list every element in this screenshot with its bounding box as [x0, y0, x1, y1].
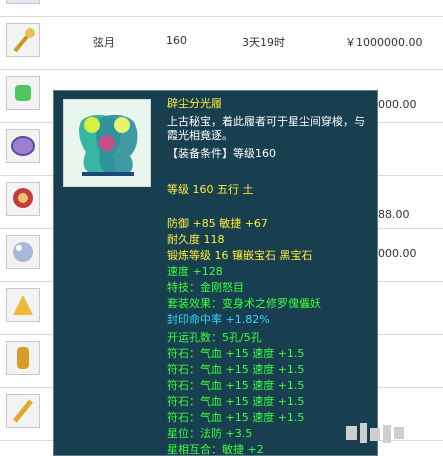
set-effect-line: 套装效果：变身术之修罗傀儡妖 [167, 297, 321, 310]
item-row[interactable] [0, 0, 443, 17]
level-element-line: 等级 160 五行 土 [167, 183, 254, 196]
holes-line: 开运孔数：5孔/5孔 [167, 331, 262, 344]
item-thumbnail[interactable] [6, 182, 40, 216]
item-thumbnail[interactable] [6, 76, 40, 110]
rune-line: 符石：气血 +15 速度 +1.5 [167, 395, 305, 408]
forge-gem-line: 锻炼等级 16 镶嵌宝石 黑宝石 [167, 249, 313, 262]
item-price: 000.00 [378, 247, 417, 260]
watermark-logo [346, 423, 404, 443]
item-price: 000.00 [378, 98, 417, 111]
item-description: 上古秘宝，着此履者可于星尘间穿梭，与 [167, 115, 365, 128]
star-combo-line: 星相互合：敏捷 +2 [167, 443, 264, 456]
seal-rate-line: 封印命中率 +1.82% [167, 313, 270, 326]
equip-requirement: 【装备条件】等级160 [167, 147, 276, 160]
item-thumbnail[interactable] [6, 129, 40, 163]
boots-item-image [63, 99, 151, 187]
item-thumbnail[interactable] [6, 0, 40, 4]
rune-line: 符石：气血 +15 速度 +1.5 [167, 363, 305, 376]
item-thumbnail[interactable] [6, 288, 40, 322]
item-thumbnail[interactable] [6, 394, 40, 428]
boots-icon [79, 114, 138, 176]
rune-line: 符石：气血 +15 速度 +1.5 [167, 347, 305, 360]
item-price: 88.00 [378, 208, 410, 221]
rune-line: 符石：气血 +15 速度 +1.5 [167, 411, 305, 424]
item-thumbnail[interactable] [6, 235, 40, 269]
durability-line: 耐久度 118 [167, 233, 225, 246]
star-position-line: 星位：法防 +3.5 [167, 427, 253, 440]
item-tooltip: 辟尘分光履 上古秘宝，着此履者可于星尘间穿梭，与 霞光相竟逐。 【装备条件】等级… [53, 90, 378, 456]
item-name: 弦月 [93, 36, 115, 49]
item-price: ￥1000000.00 [345, 36, 423, 49]
item-remaining-time: 3天19时 [242, 36, 285, 49]
rune-line: 符石：气血 +15 速度 +1.5 [167, 379, 305, 392]
defense-agility-line: 防御 +85 敏捷 +67 [167, 217, 268, 230]
special-skill-line: 特技：金刚怒目 [167, 281, 244, 294]
speed-line: 速度 +128 [167, 265, 223, 278]
item-name: 辟尘分光履 [167, 97, 222, 110]
item-thumbnail[interactable] [6, 341, 40, 375]
item-description: 霞光相竟逐。 [167, 129, 233, 142]
item-thumbnail[interactable] [6, 23, 40, 57]
item-row[interactable]: 弦月 160 3天19时 ￥1000000.00 [0, 17, 443, 70]
item-level: 160 [166, 34, 187, 47]
